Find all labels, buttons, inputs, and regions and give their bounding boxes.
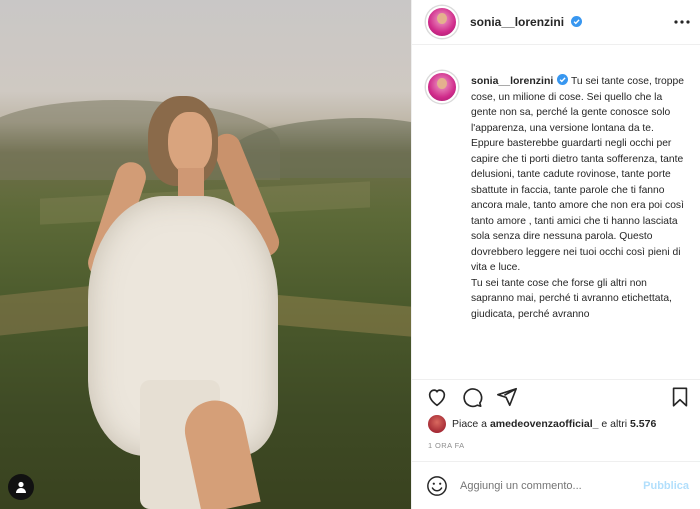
likes-middle: e altri [601,418,628,430]
avatar[interactable] [428,415,446,433]
verified-icon [571,16,583,27]
post-photo[interactable] [0,0,411,509]
more-options-button[interactable] [673,14,691,30]
username-text[interactable]: sonia__lorenzini [471,75,553,87]
heart-icon[interactable] [426,386,448,408]
post-actions-bar [412,379,700,409]
liked-by-username[interactable]: amedeovenzaofficial_ [490,418,599,430]
post-timestamp[interactable]: 1 ORA FA [428,441,465,450]
likes-count[interactable]: 5.576 [630,418,656,430]
caption-paragraph: Eppure basterebbe guardarti negli occhi … [471,138,684,273]
publish-button[interactable]: Pubblica [643,480,689,492]
comment-input[interactable] [460,479,635,492]
likes-summary: Piace a amedeovenzaofficial_ e altri 5.5… [428,414,656,434]
verified-icon [557,74,569,85]
likes-prefix: Piace a [452,418,488,430]
caption-paragraph: sonia__lorenzini Tu sei tante cose, trop… [471,74,685,136]
post-header: sonia__lorenzini [412,0,700,45]
more-options-icon [674,20,690,24]
share-icon[interactable] [496,386,518,408]
username-text[interactable]: sonia__lorenzini [470,15,564,29]
avatar[interactable] [426,6,458,38]
add-comment-bar: Pubblica [412,461,700,509]
caption-area: sonia__lorenzini Tu sei tante cose, trop… [412,60,700,378]
comment-icon[interactable] [461,386,483,408]
bookmark-icon[interactable] [669,386,691,408]
caption-username[interactable]: sonia__lorenzini [471,74,569,87]
post-caption: sonia__lorenzini Tu sei tante cose, trop… [471,74,685,378]
photo-figure-face [168,112,212,174]
caption-paragraph: Tu sei tante cose che forse gli altri no… [471,277,672,320]
user-tag-icon [16,481,26,493]
emoji-icon[interactable] [426,475,448,497]
avatar[interactable] [426,71,458,103]
user-tag-button[interactable] [8,474,34,500]
post-side-panel: sonia__lorenzini sonia__lorenzini Tu sei… [411,0,700,509]
post-author-username[interactable]: sonia__lorenzini [470,15,583,29]
